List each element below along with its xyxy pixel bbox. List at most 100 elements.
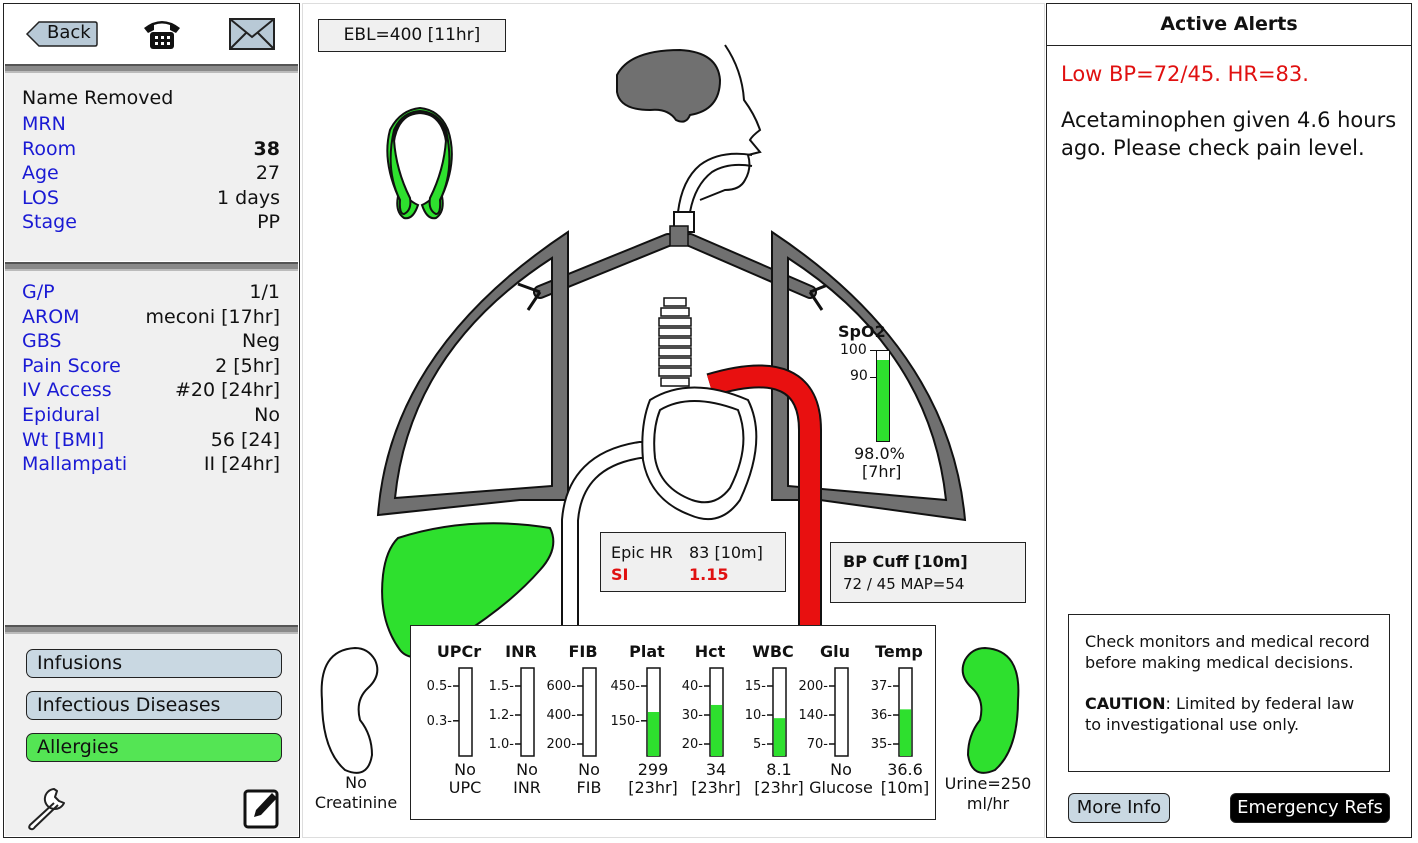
brain-shape: [616, 48, 722, 123]
detail-row: Wt [BMI] 56 [24]: [22, 428, 280, 452]
lab-tick-label: 450-: [610, 679, 640, 694]
alerts-title: Active Alerts: [1160, 13, 1298, 35]
lab-tick-label: 1.2-: [489, 708, 515, 723]
lab-header-glu: Glu: [820, 642, 850, 661]
lab-tick-label: 36-: [871, 708, 893, 723]
lab-tick-label: 20-: [682, 737, 704, 752]
spo2-bar-fill: [877, 360, 889, 441]
patient-name: Name Removed: [22, 87, 174, 109]
emergency-refs-button[interactable]: Emergency Refs: [1230, 793, 1390, 823]
los-label: LOS: [22, 187, 59, 209]
mail-icon[interactable]: [228, 17, 276, 51]
wrench-icon[interactable]: [24, 785, 70, 831]
detail-row: GBS Neg: [22, 329, 280, 353]
detail-value: #20 [24hr]: [175, 379, 280, 402]
lab-bar: [520, 667, 535, 757]
detail-label: Wt [BMI]: [22, 428, 105, 451]
detail-label: GBS: [22, 330, 62, 353]
urine-line2: ml/hr: [966, 794, 1010, 813]
detail-row: AROM meconi [17hr]: [22, 305, 280, 329]
spo2-gauge: SpO2 100 90 98.0% [7hr]: [836, 322, 926, 482]
caution-label: CAUTION: [1085, 694, 1166, 713]
lab-header-inr: INR: [505, 642, 537, 661]
detail-label: AROM: [22, 305, 80, 328]
infectious-diseases-button[interactable]: Infectious Diseases: [26, 691, 282, 720]
epic-hr-value: 83 [10m]: [689, 543, 763, 562]
separator-3: [5, 625, 298, 634]
caution-text: CAUTION: Limited by federal law to inves…: [1085, 693, 1375, 735]
lab-value-line2: FIB: [577, 778, 602, 797]
detail-row: Mallampati II [24hr]: [22, 452, 280, 476]
lab-value-line1: No: [578, 760, 600, 779]
detail-label: Epidural: [22, 404, 101, 426]
lab-value-line1: No: [830, 760, 852, 779]
lab-tick-label: 5-: [753, 737, 766, 752]
lab-tick-label: 1.5-: [489, 679, 515, 694]
si-label: SI: [611, 565, 629, 584]
creatinine-line2: Creatinine: [314, 793, 398, 812]
alerts-header: Active Alerts: [1047, 4, 1411, 46]
lab-bar-fill: [710, 704, 723, 756]
lab-tick-label: 200-: [546, 737, 576, 752]
detail-value: 56 [24]: [210, 428, 280, 451]
lab-tick-label: 200-: [798, 679, 828, 694]
detail-label: Pain Score: [22, 354, 121, 377]
detail-row: Epidural No: [22, 403, 280, 427]
lab-bar: [834, 667, 849, 757]
detail-row: Pain Score 2 [5hr]: [22, 354, 280, 378]
los-row: LOS 1 days: [22, 186, 280, 210]
allergies-button[interactable]: Allergies: [26, 733, 282, 762]
lab-value-line1: 299: [638, 760, 669, 779]
spo2-time: [7hr]: [862, 462, 902, 481]
lab-tick-label: 10-: [745, 708, 767, 723]
mrn-label: MRN: [22, 113, 66, 135]
pain-alert: Acetaminophen given 4.6 hours ago. Pleas…: [1061, 108, 1397, 160]
lab-value-line1: No: [454, 760, 476, 779]
disclaimer-text: Check monitors and medical record before…: [1085, 632, 1370, 672]
detail-value: II [24hr]: [203, 453, 280, 476]
lab-value-line2: INR: [513, 778, 541, 797]
lab-bar-fill: [899, 709, 912, 756]
detail-value: 1/1: [249, 281, 280, 303]
detail-value: Neg: [242, 330, 280, 353]
lab-tick-label: 400-: [546, 708, 576, 723]
infusions-button[interactable]: Infusions: [26, 649, 282, 678]
lab-value-line2: [23hr]: [754, 778, 804, 797]
spo2-bar: [876, 350, 890, 442]
room-label: Room: [22, 138, 77, 160]
lab-tick-label: 15-: [745, 679, 767, 694]
bp-title: BP Cuff [10m]: [843, 552, 968, 571]
lab-value-line2: [23hr]: [691, 778, 741, 797]
detail-label: Mallampati: [22, 453, 128, 476]
lab-header-hct: Hct: [695, 642, 726, 661]
lab-header-plat: Plat: [629, 642, 665, 661]
labs-gauges: UPCr0.5-0.3-NoUPCINR1.5-1.2-1.0-NoINRFIB…: [427, 642, 930, 797]
lab-tick-label: 70-: [807, 737, 829, 752]
more-info-button[interactable]: More Info: [1068, 793, 1170, 823]
labs-panel: UPCr 0.5- 0.3- No UPC INR 1.5- 1.2- 1.0- No INR FIB…: [410, 625, 936, 820]
phone-icon[interactable]: [141, 16, 183, 52]
age-value: 27: [255, 162, 280, 184]
lab-value-line1: 36.6: [887, 760, 923, 779]
hr-box: Epic HR 83 [10m] SI 1.15: [600, 532, 786, 592]
lab-tick-label: 150-: [610, 714, 640, 729]
lab-tick-label: 0.3-: [427, 714, 453, 729]
back-button[interactable]: Back: [25, 20, 99, 48]
mrn-row: MRN: [22, 112, 280, 136]
lab-value-line1: 34: [706, 760, 726, 779]
lab-value-line2: Glucose: [809, 778, 873, 797]
bp-value: 72 / 45 MAP=54: [843, 575, 965, 593]
detail-row: G/P 1/1: [22, 280, 280, 304]
edit-note-icon[interactable]: [242, 785, 282, 831]
lab-tick-label: 0.5-: [427, 679, 453, 694]
spo2-title: SpO2: [838, 322, 886, 341]
creatinine-line1: No: [345, 773, 367, 792]
spo2-tick-90: 90: [850, 368, 868, 384]
age-row: Age 27: [22, 161, 280, 185]
lab-header-upcr: UPCr: [437, 642, 481, 661]
stage-value: PP: [257, 211, 280, 233]
lab-tick-label: 37-: [871, 679, 893, 694]
stage-label: Stage: [22, 211, 77, 233]
lab-tick-label: 35-: [871, 737, 893, 752]
lab-tick-label: 30-: [682, 708, 704, 723]
